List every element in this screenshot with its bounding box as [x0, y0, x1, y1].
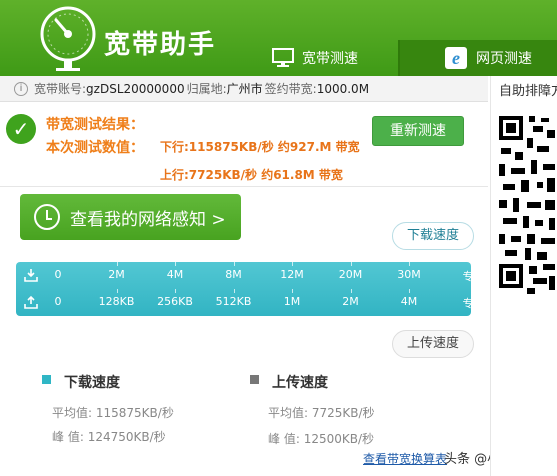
download-stats-title: 下载速度: [64, 375, 120, 391]
download-legend-swatch: [42, 375, 51, 384]
account-value: gzDSL20000000: [86, 81, 185, 96]
download-result: 下行:115875KB/秒 约927.M 带宽: [160, 140, 360, 154]
bandwidth-value: 1000.0M: [316, 81, 370, 96]
upload-scale-tick-mark: [350, 289, 352, 293]
download-scale-tick-mark: [409, 262, 410, 266]
network-perception-label: 查看我的网络感知 >: [70, 209, 226, 230]
upload-scale-row: 0 128KB 256KB 512KB 1M 2M 4M 专线: [16, 289, 485, 316]
upload-legend-swatch: [250, 375, 259, 384]
clock-icon: [34, 204, 60, 230]
bandwidth-conversion-link[interactable]: 查看带宽换算表: [363, 450, 447, 467]
download-scale-tick-label: 8M: [225, 268, 242, 281]
upload-stats-title: 上传速度: [272, 375, 328, 391]
download-scale-tick-mark: [292, 262, 293, 266]
self-troubleshoot-title: 自助排障方: [499, 84, 557, 99]
tab-bandwidth-label: 宽带测速: [302, 51, 358, 67]
check-icon: ✓: [6, 114, 36, 144]
upload-avg-stat: 平均值: 7725KB/秒: [268, 404, 375, 421]
account-label: 宽带账号:: [34, 82, 87, 96]
app-header: 宽带助手 宽带测速 e 网页测速: [0, 0, 557, 76]
tab-bandwidth-test[interactable]: 宽带测速: [272, 40, 398, 76]
upload-scale-tick-label: 2M: [342, 295, 359, 308]
download-scale-tick-label: 4M: [166, 268, 184, 281]
network-perception-button[interactable]: 查看我的网络感知 >: [20, 194, 241, 240]
upload-peak-label: 峰 值:: [268, 432, 300, 446]
download-scale-tick-label: 20M: [338, 268, 363, 281]
svg-text:e: e: [452, 48, 460, 68]
upload-scale-tick-mark: [409, 289, 410, 293]
upload-avg-value: 7725KB/秒: [311, 406, 375, 420]
tab-web-speed-label: 网页测速: [476, 51, 532, 67]
download-scale-tick-mark: [350, 262, 352, 266]
location-value: 广州市: [226, 82, 263, 96]
download-scale-tick-mark: [175, 262, 176, 266]
download-scale-row: 0 2M 4M 8M 12M 20M 30M 专线: [16, 262, 485, 289]
download-scale-tick-label: 2M: [108, 268, 125, 281]
download-scale-tick-label: 专线: [462, 270, 485, 283]
account-info-bar: i 宽带账号: gzDSL20000000 归属地: 广州市 签约带宽: 100…: [0, 76, 488, 102]
download-scale-tick-mark: [233, 262, 235, 266]
speed-scale-bar: 0 2M 4M 8M 12M 20M 30M 专线 0 128KB 256KB 512KB 1M 2M 4…: [16, 262, 485, 316]
upload-scale-tick-mark: [233, 289, 235, 293]
app-title: 宽带助手: [104, 30, 217, 60]
download-scale-tick-label: 12M: [280, 268, 304, 281]
download-scale-tick-label: 30M: [397, 268, 421, 281]
upload-scale-tick-mark: [116, 289, 118, 293]
upload-scale-tick-mark: [175, 289, 176, 293]
location-label: 归属地:: [186, 82, 227, 96]
tab-web-speed-test[interactable]: e 网页测速: [400, 40, 557, 76]
result-title: 带宽测试结果：: [46, 117, 144, 133]
qr-code-image: [497, 108, 557, 300]
ie-browser-icon: e: [445, 47, 467, 69]
upload-result: 上行:7725KB/秒 约61.8M 带宽: [160, 168, 343, 182]
download-avg-stat: 平均值: 115875KB/秒: [52, 404, 174, 421]
upload-scale-tick-label: 1M: [283, 295, 301, 308]
upload-scale-tick-label: 512KB: [215, 295, 252, 308]
upload-scale-tick-label: 128KB: [98, 295, 135, 308]
bandwidth-label: 签约带宽:: [264, 82, 317, 96]
result-subtitle: 本次测试数值：: [46, 140, 144, 156]
upload-speed-button[interactable]: 上传速度: [392, 330, 474, 358]
download-avg-label: 平均值:: [52, 406, 93, 420]
upload-scale-tick-mark: [292, 289, 293, 293]
download-peak-stat: 峰 值: 124750KB/秒: [52, 428, 166, 445]
speedometer-logo-icon: [40, 6, 96, 71]
upload-scale-tick-label: 256KB: [157, 295, 193, 308]
upload-peak-value: 12500KB/秒: [303, 432, 375, 446]
retest-button[interactable]: 重新测速: [372, 116, 464, 146]
section-divider: [0, 186, 488, 187]
monitor-icon: [272, 48, 294, 67]
download-peak-value: 124750KB/秒: [87, 430, 166, 444]
upload-scale-tick-label: 专线: [462, 297, 485, 310]
download-speed-button[interactable]: 下载速度: [392, 222, 474, 250]
upload-avg-label: 平均值:: [268, 406, 309, 420]
upload-peak-stat: 峰 值: 12500KB/秒: [268, 430, 374, 447]
upload-scale-tick-label: 0: [54, 295, 62, 308]
download-peak-label: 峰 值:: [52, 430, 84, 444]
upload-scale-tick-label: 4M: [400, 295, 418, 308]
download-scale-tick-mark: [116, 262, 118, 266]
download-scale-tick-label: 0: [54, 268, 62, 281]
info-icon: i: [14, 81, 28, 96]
download-avg-value: 115875KB/秒: [95, 406, 174, 420]
